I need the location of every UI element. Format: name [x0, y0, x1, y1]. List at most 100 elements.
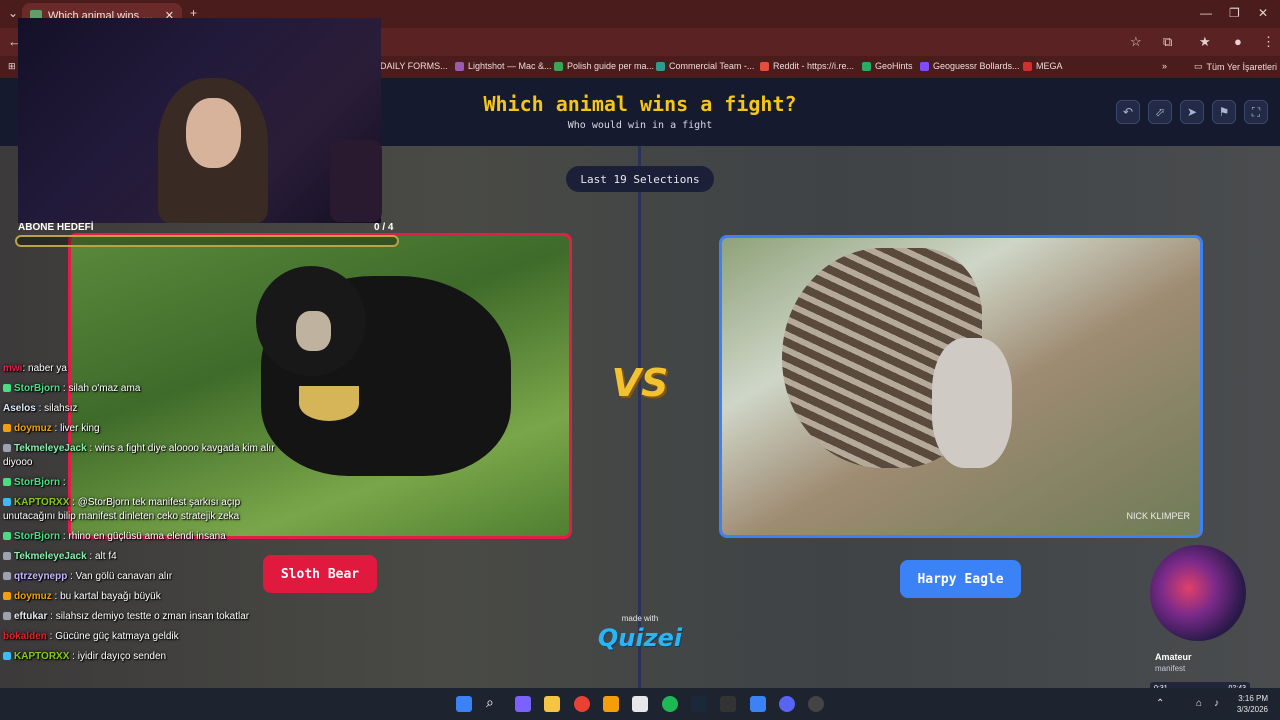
chat-text: : [60, 477, 66, 488]
discord-icon[interactable] [779, 696, 795, 712]
chat-message: TekmeleyeJack : wins a fight diye aloooo… [3, 442, 278, 470]
last-selections-button[interactable]: Last 19 Selections [566, 166, 714, 192]
send-button[interactable]: ➤ [1180, 100, 1204, 124]
chat-message: StorBjorn : silah o'maz ama [3, 382, 278, 396]
undo-button[interactable]: ↶ [1116, 100, 1140, 124]
notepad-icon[interactable] [632, 696, 648, 712]
extensions-icon[interactable]: ⧉ [1163, 34, 1172, 50]
track-title: Amateur [1155, 652, 1192, 662]
chat-badge-icon [3, 424, 11, 432]
bookmark-label: DAILY FORMS... [380, 61, 448, 71]
chat-text: : iyidir dayıço senden [69, 651, 167, 662]
clock-time: 3:16 PM [1238, 694, 1268, 703]
bookmark-item[interactable]: GeoHints [862, 61, 913, 71]
chat-username: KAPTORXX [14, 497, 70, 508]
sub-goal-count: 0 / 4 [374, 222, 394, 233]
chat-message: KAPTORXX : iyidir dayıço senden [3, 650, 278, 664]
restore-icon[interactable]: ❐ [1229, 6, 1240, 20]
chat-username: doymuz [14, 591, 52, 602]
all-bookmarks-label: Tüm Yer İşaretleri [1206, 61, 1278, 72]
bookmark-item[interactable]: Reddit - https://i.re... [760, 61, 854, 71]
chat-message: mwi: naber ya [3, 362, 278, 376]
bookmark-item[interactable]: Commercial Team -... [656, 61, 754, 71]
quizei-logo[interactable]: Quizei [596, 624, 684, 652]
tray-chevron-icon[interactable]: ⌃ [1156, 698, 1164, 709]
all-bookmarks[interactable]: ▭ Tüm Yer İşaretleri [1194, 61, 1277, 72]
bookmark-favicon-icon [455, 61, 464, 71]
photo-watermark: NICK KLIMPER [1126, 511, 1190, 521]
bookmark-label: GeoHints [875, 61, 913, 71]
fullscreen-icon: ⛶ [1251, 104, 1261, 119]
bookmark-favicon-icon [760, 61, 769, 71]
minimize-icon[interactable]: — [1200, 6, 1212, 20]
app-icon[interactable] [750, 696, 766, 712]
volume-icon[interactable]: ♪ [1214, 698, 1219, 709]
chat-username: KAPTORXX [14, 651, 70, 662]
chat-overlay: mwi: naber ya StorBjorn : silah o'maz ama… [3, 362, 278, 670]
bookmark-item[interactable]: MEGA [1023, 61, 1063, 71]
start-icon[interactable] [456, 696, 472, 712]
bookmark-icon[interactable]: ★ [1199, 34, 1211, 50]
chat-message: Aselos : silahsız [3, 402, 278, 416]
bear-snout [296, 311, 331, 351]
report-button[interactable]: ⚑ [1212, 100, 1236, 124]
right-option-card[interactable]: NICK KLIMPER [719, 235, 1203, 538]
bookmark-favicon-icon [1023, 61, 1032, 71]
chat-username: bokalden [3, 631, 47, 642]
chat-message: KAPTORXX : @StorBjorn tek manifest şarkı… [3, 496, 278, 524]
obs-icon[interactable] [808, 696, 824, 712]
chat-username: eftukar [14, 611, 48, 622]
clock[interactable]: 3:16 PM 3/3/2026 [1237, 693, 1268, 715]
chat-badge-icon [3, 552, 11, 560]
chat-badge-icon [3, 652, 11, 660]
chat-badge-icon [3, 478, 11, 486]
menu-icon[interactable]: ⋮ [1262, 34, 1275, 50]
now-playing-widget: Amateur manifest 0:31 02:43 [1150, 545, 1250, 700]
chat-text: : alt f4 [86, 551, 117, 562]
chat-badge-icon [3, 572, 11, 580]
choose-left-button[interactable]: Sloth Bear [263, 555, 377, 593]
sub-goal-label: ABONE HEDEFİ [18, 222, 94, 233]
bear-chest-mark [299, 386, 359, 421]
bookmark-label: Polish guide per ma... [567, 61, 655, 71]
bookmark-label: Geoguessr Bollards... [933, 61, 1020, 71]
streamer-face [186, 98, 241, 168]
network-icon[interactable]: ⌂ [1196, 698, 1202, 709]
chat-text: : Gücüne güç katmaya geldik [46, 631, 179, 642]
chat-username: TekmeleyeJack [14, 551, 87, 562]
chat-text: : naber ya [22, 363, 67, 374]
teams-icon[interactable] [515, 696, 531, 712]
center-divider [638, 146, 641, 688]
app-icon[interactable] [603, 696, 619, 712]
choose-right-button[interactable]: Harpy Eagle [900, 560, 1021, 598]
apps-icon[interactable]: ⊞ [8, 61, 16, 72]
search-icon[interactable]: ⌕ [486, 694, 502, 710]
epic-games-icon[interactable] [720, 696, 736, 712]
chat-message: doymuz : bu kartal bayağı büyük [3, 590, 278, 604]
file-explorer-icon[interactable] [544, 696, 560, 712]
chat-badge-icon [3, 532, 11, 540]
star-icon[interactable]: ☆ [1130, 34, 1142, 50]
share-button[interactable]: ⬀ [1148, 100, 1172, 124]
steam-icon[interactable] [691, 696, 707, 712]
bookmark-item[interactable]: Geoguessr Bollards... [920, 61, 1020, 71]
bookmark-item[interactable]: Lightshot — Mac &... [455, 61, 552, 71]
bookmark-item[interactable]: Polish guide per ma... [554, 61, 654, 71]
chat-badge-icon [3, 384, 11, 392]
more-bookmarks-icon[interactable]: » [1162, 61, 1167, 71]
spotify-icon[interactable] [662, 696, 678, 712]
share-icon: ⬀ [1154, 105, 1166, 119]
close-window-icon[interactable]: ✕ [1258, 6, 1268, 20]
bookmark-label: Reddit - https://i.re... [773, 61, 855, 71]
chat-badge-icon [3, 592, 11, 600]
fullscreen-button[interactable]: ⛶ [1244, 100, 1268, 124]
chat-message: bokalden : Gücüne güç katmaya geldik [3, 630, 278, 644]
bookmark-item[interactable]: DAILY FORMS... [380, 61, 448, 71]
chat-username: Aselos [3, 403, 36, 414]
tab-search-icon[interactable]: ⌄ [8, 6, 18, 20]
profile-avatar-icon[interactable]: ● [1234, 34, 1242, 49]
chat-text: : Van gölü canavarı alır [67, 571, 173, 582]
chat-badge-icon [3, 612, 11, 620]
chrome-icon[interactable] [574, 696, 590, 712]
bookmark-favicon-icon [862, 61, 871, 71]
